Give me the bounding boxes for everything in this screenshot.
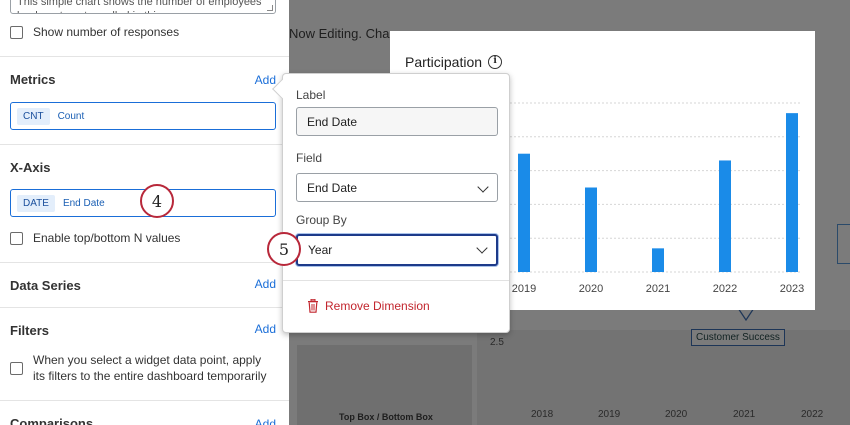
filters-title: Filters [10,323,50,338]
metric-name: Count [57,110,85,122]
chevron-down-icon [476,242,488,254]
x-tick-label: 2021 [646,283,670,295]
node-box [837,224,850,264]
field-select[interactable]: End Date [296,173,498,202]
data-series-title: Data Series [10,278,81,293]
label-title: Label [296,88,326,102]
show-responses-checkbox[interactable] [10,26,23,39]
trash-icon [308,299,318,313]
label-input[interactable]: End Date [296,107,498,136]
editing-banner: Now Editing. Cha [289,26,390,41]
dimension-popover: Label End Date Field End Date Group By Y… [272,73,510,333]
step-4-badge: 4 [140,184,174,218]
bar-2023[interactable] [786,113,798,272]
dimension-type-tag: DATE [17,194,55,212]
year-label: 2022 [801,409,824,420]
divider [0,262,289,263]
node-tag: Customer Success [691,329,785,346]
groupby-select-value: Year [308,243,333,257]
divider [0,144,289,145]
info-icon[interactable]: i [488,55,503,69]
column-header: Top Box / Bottom Box [339,412,433,422]
chart-title-text: Participation [405,54,483,70]
xaxis-title: X-Axis [10,160,51,175]
data-series-add-link[interactable]: Add [255,277,276,291]
show-responses-label: Show number of responses [33,25,180,39]
resize-handle-icon[interactable] [267,5,273,11]
metric-count-field[interactable]: CNT Count [10,102,276,130]
remove-dimension-button[interactable]: Remove Dimension [307,299,430,313]
top-bottom-label: Enable top/bottom N values [33,231,181,245]
year-label: 2018 [531,409,554,420]
x-tick-label: 2022 [713,283,737,295]
groupby-title: Group By [296,213,347,227]
bar-2021[interactable] [652,248,664,272]
divider [0,400,289,401]
field-select-value: End Date [307,181,358,195]
filters-checkbox-label: When you select a widget data point, app… [33,353,267,383]
metric-type-tag: CNT [17,107,50,125]
groupby-select[interactable]: Year [296,234,498,266]
metrics-title: Metrics [10,72,56,87]
widget-settings-panel: This simple chart shows the number of em… [0,0,289,425]
x-tick-label: 2020 [579,283,603,295]
bar-2020[interactable] [585,187,597,273]
divider [0,307,289,308]
description-textarea[interactable]: This simple chart shows the number of em… [10,0,276,14]
axis-value: 2.5 [490,337,504,348]
top-bottom-checkbox[interactable] [10,232,23,245]
remove-dimension-label: Remove Dimension [325,299,430,313]
popover-divider [283,280,509,281]
bar-2019[interactable] [518,153,530,272]
field-title: Field [296,151,323,165]
top-bottom-option[interactable]: Enable top/bottom N values [10,231,180,245]
chart-title: Participation i [405,54,503,70]
year-label: 2021 [733,409,756,420]
x-tick-label: 2023 [780,283,804,295]
year-label: 2020 [665,409,688,420]
divider [0,56,289,57]
filters-add-link[interactable]: Add [255,322,276,336]
x-tick-label: 2019 [512,283,536,295]
filters-option[interactable]: When you select a widget data point, app… [10,352,270,384]
metrics-add-link[interactable]: Add [255,73,276,87]
chevron-down-icon [477,181,489,193]
dimension-name: End Date [62,197,105,209]
bar-2022[interactable] [719,160,731,272]
comparisons-title: Comparisons [10,416,94,425]
filters-checkbox[interactable] [10,362,23,375]
show-responses-option[interactable]: Show number of responses [10,25,179,39]
comparisons-add-link[interactable]: Add [255,417,276,425]
year-label: 2019 [598,409,621,420]
step-5-badge: 5 [267,232,301,266]
